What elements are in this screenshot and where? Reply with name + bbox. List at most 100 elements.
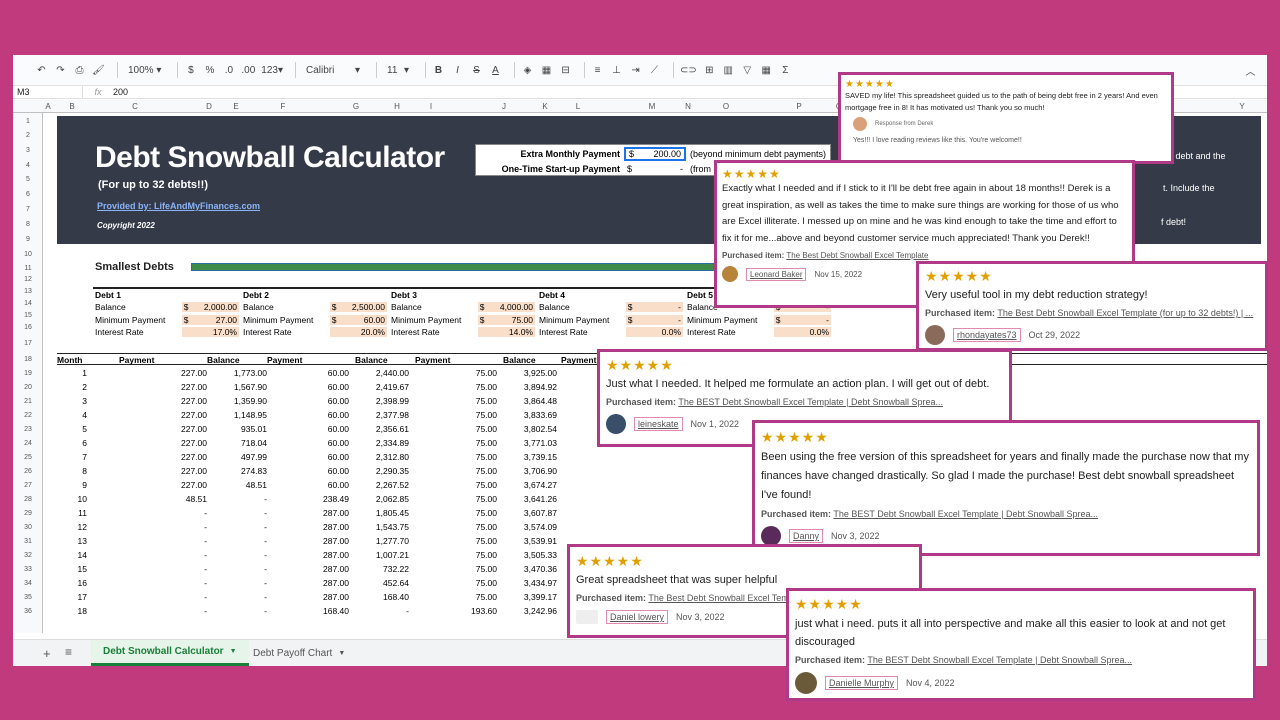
provided-link[interactable]: Provided by: LifeAndMyFinances.com [97,201,260,211]
month-cell[interactable]: 13 [77,536,87,546]
interest-rate-cell[interactable]: 0.0% [625,327,683,337]
column-header[interactable]: D [206,102,212,111]
row-header[interactable]: 3 [13,147,43,154]
amount-cell[interactable]: 48.51 [227,480,267,490]
balance-cell[interactable]: $4,000.00 [477,302,535,312]
row-header[interactable]: 27 [13,482,43,489]
amount-cell[interactable]: - [227,508,267,518]
column-header[interactable]: J [502,102,506,111]
reviewer-name[interactable]: Danielle Murphy [825,676,899,690]
amount-cell[interactable]: 3,771.03 [517,438,557,448]
amount-cell[interactable]: 60.00 [309,368,349,378]
month-cell[interactable]: 18 [77,606,87,616]
row-header[interactable]: 15 [13,312,43,319]
amount-cell[interactable]: 2,419.67 [369,382,409,392]
amount-cell[interactable]: 3,641.26 [517,494,557,504]
row-header[interactable]: 25 [13,454,43,461]
amount-cell[interactable]: 2,377.98 [369,410,409,420]
amount-cell[interactable]: 60.00 [309,466,349,476]
amount-cell[interactable]: 1,543.75 [369,522,409,532]
tab-debt-snowball-calculator[interactable]: Debt Snowball Calculator ▼ [91,640,249,666]
amount-cell[interactable]: 75.00 [457,550,497,560]
text-rotation-icon[interactable]: ⟋ [648,61,661,79]
amount-cell[interactable]: 75.00 [457,522,497,532]
column-header[interactable]: I [430,102,432,111]
purchased-item-link[interactable]: The Best Debt Snowball Excel Tem [648,593,788,603]
amount-cell[interactable]: - [227,494,267,504]
min-payment-cell[interactable]: $60.00 [329,315,387,325]
amount-cell[interactable]: 75.00 [457,438,497,448]
purchased-item-link[interactable]: The BEST Debt Snowball Excel Template | … [678,397,943,407]
amount-cell[interactable]: 1,567.90 [227,382,267,392]
zoom-select[interactable]: 100% ▾ [124,61,165,79]
row-header[interactable]: 16 [13,324,43,331]
undo-icon[interactable]: ↶ [35,61,48,79]
amount-cell[interactable]: 3,470.36 [517,564,557,574]
amount-cell[interactable]: 60.00 [309,382,349,392]
row-header[interactable]: 12 [13,276,43,283]
purchased-item-link[interactable]: The BEST Debt Snowball Excel Template | … [867,655,1132,665]
balance-cell[interactable]: $2,000.00 [181,302,239,312]
interest-rate-cell[interactable]: 0.0% [773,327,831,337]
amount-cell[interactable]: - [167,578,207,588]
month-cell[interactable]: 4 [77,410,87,420]
amount-cell[interactable]: 2,062.85 [369,494,409,504]
amount-cell[interactable]: - [167,606,207,616]
amount-cell[interactable]: 274.83 [227,466,267,476]
row-header[interactable]: 1 [13,118,43,125]
amount-cell[interactable]: 2,267.52 [369,480,409,490]
amount-cell[interactable]: 718.04 [227,438,267,448]
amount-cell[interactable]: 227.00 [167,438,207,448]
row-header[interactable]: 34 [13,580,43,587]
horizontal-align-icon[interactable]: ≡ [591,61,604,79]
bold-icon[interactable]: B [432,61,445,79]
amount-cell[interactable]: 75.00 [457,508,497,518]
amount-cell[interactable]: 227.00 [167,396,207,406]
row-header[interactable]: 5 [13,176,43,183]
redo-icon[interactable]: ↷ [54,61,67,79]
amount-cell[interactable]: 3,706.90 [517,466,557,476]
row-header[interactable]: 32 [13,552,43,559]
print-icon[interactable]: ⎙ [73,61,86,79]
row-header[interactable]: 36 [13,608,43,615]
amount-cell[interactable]: 1,277.70 [369,536,409,546]
amount-cell[interactable]: 3,607.87 [517,508,557,518]
amount-cell[interactable]: 227.00 [167,368,207,378]
column-header[interactable]: C [132,102,138,111]
row-header[interactable]: 13 [13,288,43,295]
amount-cell[interactable]: - [167,564,207,574]
amount-cell[interactable]: 75.00 [457,578,497,588]
amount-cell[interactable]: 2,440.00 [369,368,409,378]
collapse-toolbar-icon[interactable]: ︿ [1244,61,1257,79]
paint-format-icon[interactable]: 🖌 [92,61,105,79]
all-sheets-icon[interactable]: ≡ [65,645,72,659]
amount-cell[interactable]: 3,802.54 [517,424,557,434]
amount-cell[interactable]: 60.00 [309,410,349,420]
row-header[interactable]: 26 [13,468,43,475]
amount-cell[interactable]: 3,894.92 [517,382,557,392]
amount-cell[interactable]: 2,312.80 [369,452,409,462]
row-header[interactable]: 30 [13,524,43,531]
amount-cell[interactable]: 287.00 [309,564,349,574]
amount-cell[interactable]: 227.00 [167,466,207,476]
amount-cell[interactable]: 75.00 [457,480,497,490]
interest-rate-cell[interactable]: 14.0% [477,327,535,337]
amount-cell[interactable]: - [167,522,207,532]
add-sheet-icon[interactable]: + [43,646,51,661]
month-cell[interactable]: 12 [77,522,87,532]
reviewer-name[interactable]: Daniel lowery [606,610,669,625]
month-cell[interactable]: 11 [77,508,87,518]
amount-cell[interactable]: 227.00 [167,382,207,392]
vertical-align-icon[interactable]: ⊥ [610,61,623,79]
amount-cell[interactable]: 1,007.21 [369,550,409,560]
amount-cell[interactable]: - [227,592,267,602]
amount-cell[interactable]: 75.00 [457,424,497,434]
comment-icon[interactable]: ⊞ [703,61,716,79]
text-color-icon[interactable]: A [489,61,502,79]
italic-icon[interactable]: I [451,61,464,79]
amount-cell[interactable]: 227.00 [167,480,207,490]
name-box[interactable]: M3 [13,86,83,98]
amount-cell[interactable]: - [227,606,267,616]
number-format-icon[interactable]: 123▾ [261,61,283,79]
amount-cell[interactable]: 227.00 [167,452,207,462]
